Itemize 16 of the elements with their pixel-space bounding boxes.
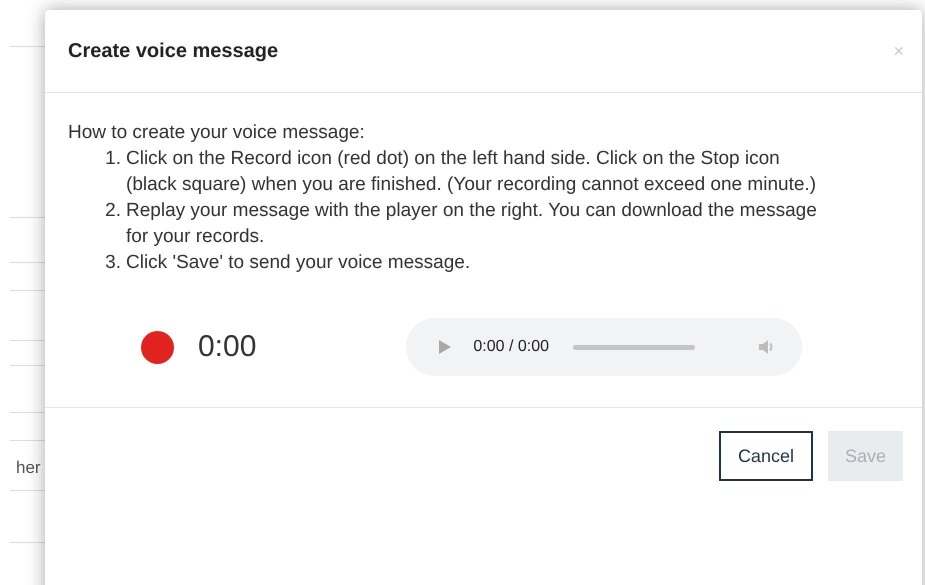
step-text: Replay your message with the player on the right. You can download the message for your records. <box>126 199 818 249</box>
player-time: 0:00 / 0:00 <box>473 337 550 357</box>
dialog-title: Create voice message <box>68 39 278 64</box>
play-icon[interactable] <box>439 340 452 354</box>
step-number: 1. <box>104 147 122 171</box>
page-text-fragment: her <box>16 457 41 479</box>
record-button[interactable] <box>141 330 174 364</box>
progress-track[interactable] <box>573 344 696 350</box>
step-number: 2. <box>104 199 122 223</box>
dialog-button[interactable]: Cancel <box>718 431 813 481</box>
recording-timer: 0:00 <box>198 334 256 360</box>
step-text: Click 'Save' to send your voice message. <box>126 251 472 275</box>
step-number: 3. <box>104 251 122 275</box>
close-button[interactable]: × <box>893 42 904 60</box>
step-text: Click on the Record icon (red dot) on the left hand side. Click on the Stop icon (black square) when you are finished. (Your recording cannot exceed one minute.) <box>126 147 818 197</box>
instructions-intro: How to create your voice message: <box>68 121 366 145</box>
